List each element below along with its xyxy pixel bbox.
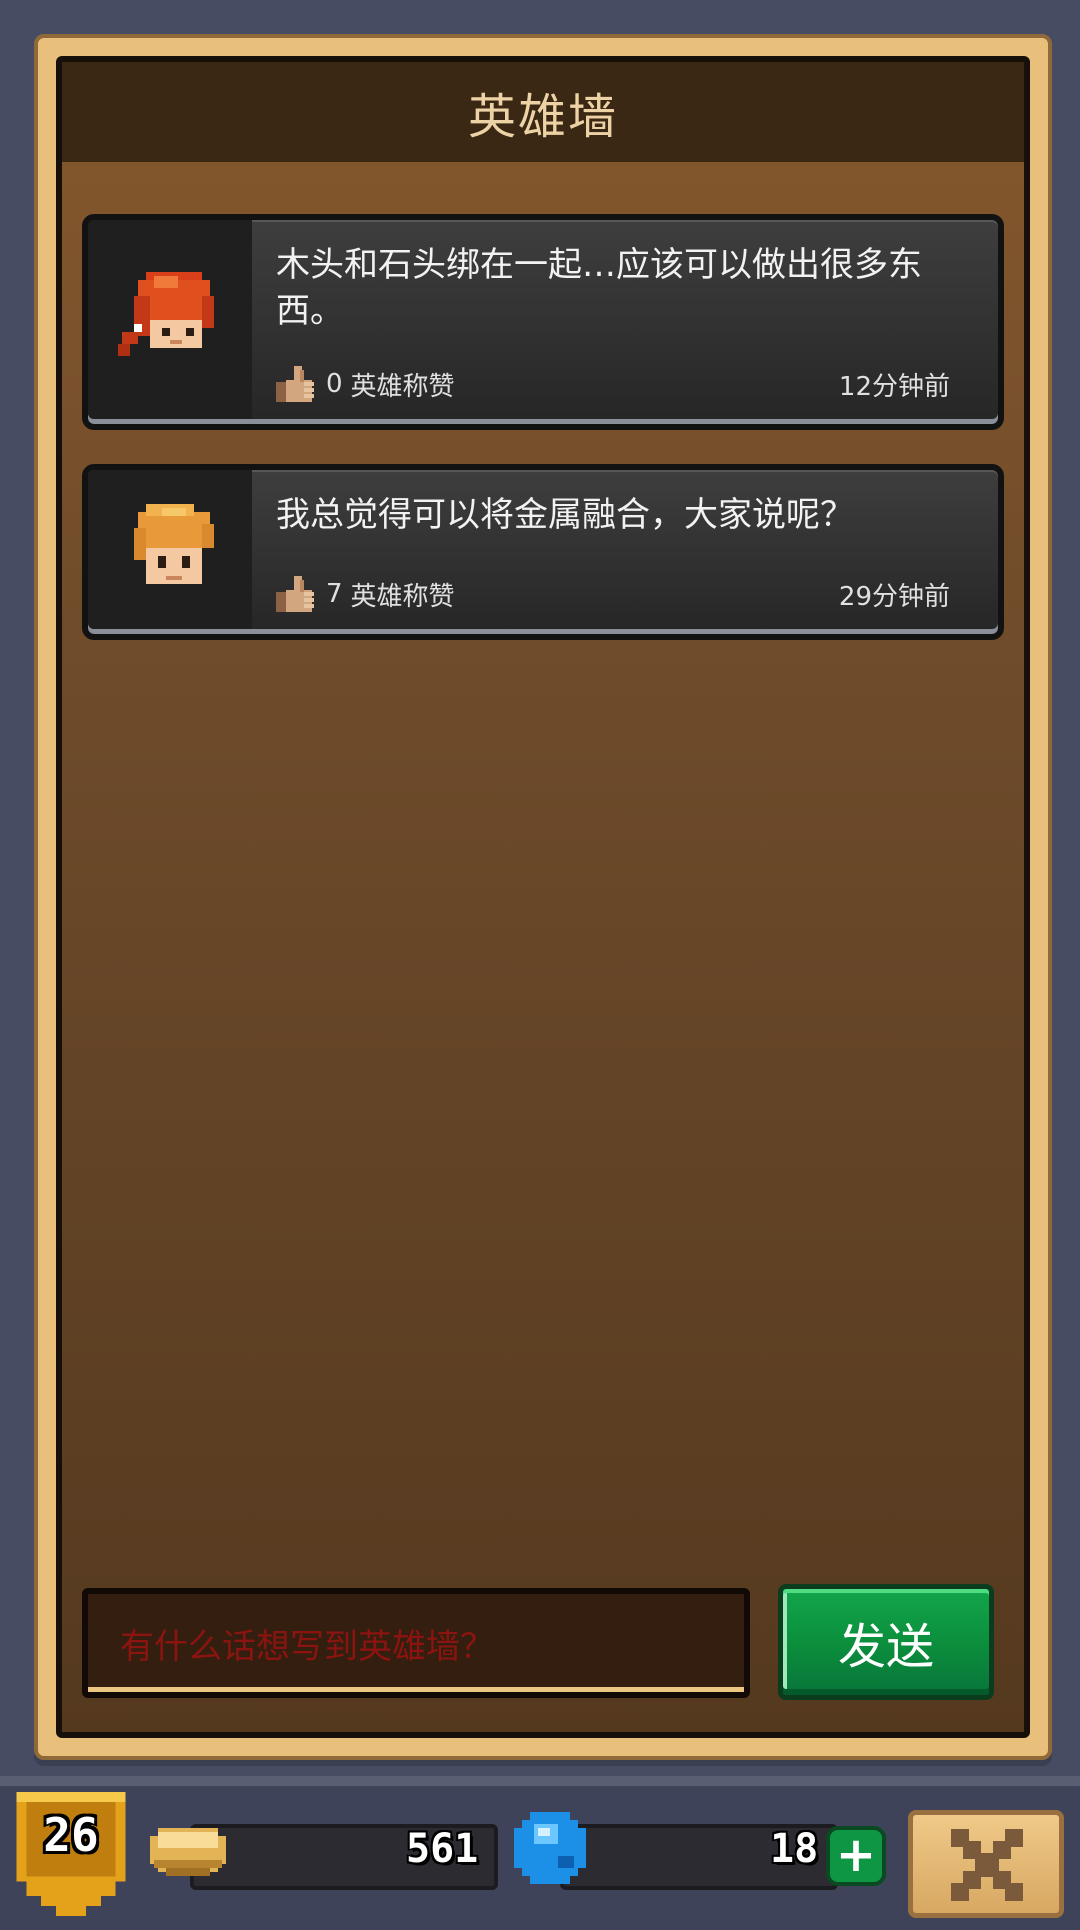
message-timestamp: 12分钟前 xyxy=(838,371,950,402)
message-timestamp: 29分钟前 xyxy=(838,581,950,612)
message-list[interactable]: 木头和石头绑在一起…应该可以做出很多东西。 0 英雄称赞 12分钟前 我总觉得可… xyxy=(82,214,1004,674)
message-input[interactable]: 有什么话想写到英雄墙？ xyxy=(82,1588,750,1698)
blue-gem-icon xyxy=(514,1812,586,1884)
page-title: 英雄墙 xyxy=(467,89,618,145)
thumbs-up-icon[interactable] xyxy=(276,574,318,614)
thumbs-up-icon[interactable] xyxy=(276,364,318,404)
coin-count: 561 xyxy=(406,1826,479,1872)
message-text: 我总觉得可以将金属融合，大家说呢？ xyxy=(276,495,854,535)
close-button[interactable] xyxy=(908,1810,1064,1918)
gem-count: 18 xyxy=(770,1826,819,1872)
message-card[interactable]: 我总觉得可以将金属融合，大家说呢？ 7 英雄称赞 29分钟前 xyxy=(82,464,1004,640)
like-count: 7 xyxy=(326,579,343,609)
avatar[interactable] xyxy=(88,220,252,419)
blond-hero-avatar-icon xyxy=(134,504,214,584)
red-haired-hero-avatar-icon xyxy=(118,272,214,356)
like-label: 英雄称赞 xyxy=(350,581,455,612)
like-count: 0 xyxy=(326,369,343,399)
close-icon xyxy=(951,1829,1023,1901)
bottom-hud: 26 561 18 + xyxy=(0,1776,1080,1930)
like-label: 英雄称赞 xyxy=(350,371,455,402)
player-level: 26 xyxy=(43,1808,99,1862)
add-gems-button[interactable]: + xyxy=(826,1826,886,1886)
message-input-placeholder: 有什么话想写到英雄墙？ xyxy=(120,1626,494,1667)
message-card[interactable]: 木头和石头绑在一起…应该可以做出很多东西。 0 英雄称赞 12分钟前 xyxy=(82,214,1004,430)
hero-wall-panel: 英雄墙 木头和石头绑在一起…应该可以做出很多东西。 0 英雄称赞 12分钟前 我… xyxy=(34,34,1052,1760)
avatar[interactable] xyxy=(88,470,252,629)
message-text: 木头和石头绑在一起…应该可以做出很多东西。 xyxy=(276,245,922,331)
message-footer: 7 英雄称赞 29分钟前 xyxy=(276,574,950,614)
send-button[interactable]: 发送 xyxy=(778,1584,994,1700)
panel-content: 英雄墙 木头和石头绑在一起…应该可以做出很多东西。 0 英雄称赞 12分钟前 我… xyxy=(56,56,1030,1738)
title-bar: 英雄墙 xyxy=(62,62,1024,162)
message-footer: 0 英雄称赞 12分钟前 xyxy=(276,364,950,404)
gold-coin-icon xyxy=(150,1828,226,1876)
